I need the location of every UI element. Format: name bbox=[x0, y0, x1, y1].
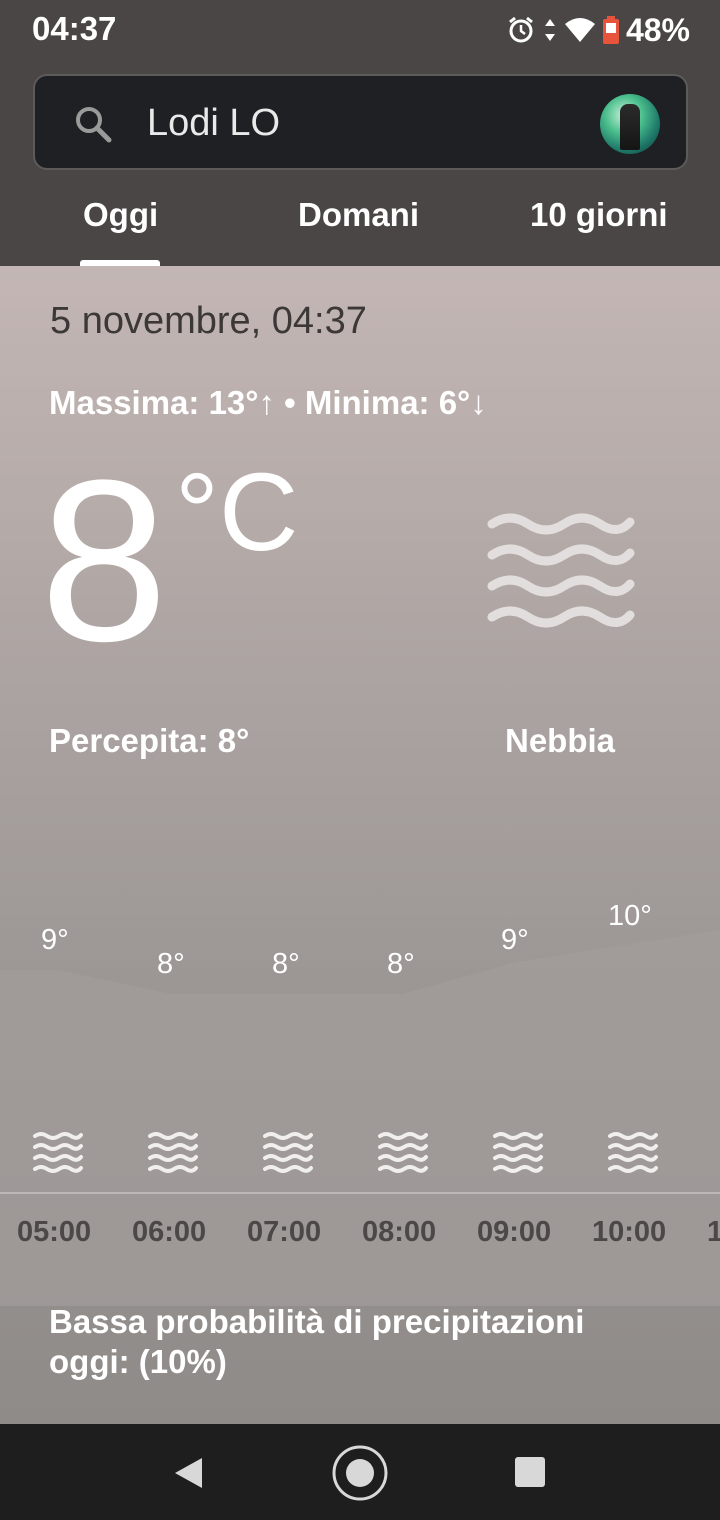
hour-label: 1 bbox=[707, 1216, 720, 1248]
fog-icon bbox=[263, 1132, 313, 1173]
temperature-unit: °C bbox=[175, 451, 299, 574]
current-date: 5 novembre, 04:37 bbox=[50, 300, 367, 342]
hour-temp: 8° bbox=[387, 948, 415, 980]
weather-content: 5 novembre, 04:37 Massima: 13°↑ • Minima… bbox=[0, 266, 720, 1424]
navigation-bar bbox=[0, 1424, 720, 1520]
temperature-area bbox=[0, 930, 720, 1306]
hour-temp: 9° bbox=[501, 924, 529, 956]
fog-icon bbox=[33, 1132, 83, 1173]
precipitation-text: Bassa probabilità di precipitazioni oggi… bbox=[49, 1303, 585, 1380]
fog-icon bbox=[378, 1132, 428, 1173]
hour-label: 07:00 bbox=[247, 1216, 322, 1248]
hour-label: 06:00 bbox=[132, 1216, 207, 1248]
wifi-icon bbox=[564, 18, 595, 42]
data-arrows-icon bbox=[544, 19, 555, 41]
max-min-temp: Massima: 13°↑ • Minima: 6°↓ bbox=[49, 384, 487, 421]
fog-icon bbox=[148, 1132, 198, 1173]
status-time: 04:37 bbox=[32, 10, 117, 47]
tab-tomorrow[interactable]: Domani bbox=[298, 196, 419, 234]
hour-temp: 8° bbox=[157, 948, 185, 980]
hour-label: 09:00 bbox=[477, 1216, 552, 1248]
recents-icon[interactable] bbox=[514, 1456, 546, 1488]
avatar[interactable] bbox=[600, 94, 660, 154]
fog-icon bbox=[487, 513, 635, 628]
current-temperature: 8 bbox=[40, 432, 168, 689]
tab-bar: Oggi Domani 10 giorni bbox=[0, 184, 720, 266]
fog-icon bbox=[493, 1132, 543, 1173]
tab-today[interactable]: Oggi bbox=[83, 196, 158, 234]
hourly-divider bbox=[0, 1192, 720, 1194]
hour-temp: 8° bbox=[272, 948, 300, 980]
condition-label: Nebbia bbox=[505, 722, 616, 759]
hour-label: 05:00 bbox=[17, 1216, 92, 1248]
hour-temp: 9° bbox=[41, 924, 69, 956]
search-bar[interactable]: Lodi LO bbox=[33, 74, 688, 170]
hour-label: 08:00 bbox=[362, 1216, 437, 1248]
location-name[interactable]: Lodi LO bbox=[147, 102, 280, 145]
battery-saver-icon bbox=[602, 16, 619, 44]
tab-10-days[interactable]: 10 giorni bbox=[530, 196, 668, 234]
battery-percent: 48% bbox=[625, 11, 690, 48]
alarm-icon bbox=[509, 16, 533, 43]
hour-temp: 10° bbox=[608, 900, 652, 932]
back-icon[interactable] bbox=[172, 1456, 204, 1490]
feels-like: Percepita: 8° bbox=[49, 722, 250, 759]
hour-label: 10:00 bbox=[592, 1216, 667, 1248]
avatar-figure bbox=[620, 104, 640, 150]
fog-icon bbox=[608, 1132, 658, 1173]
status-bar: 04:37 48% bbox=[0, 0, 720, 62]
search-icon[interactable] bbox=[73, 104, 113, 144]
home-icon[interactable] bbox=[331, 1444, 389, 1502]
status-icons: 48% bbox=[506, 10, 690, 50]
